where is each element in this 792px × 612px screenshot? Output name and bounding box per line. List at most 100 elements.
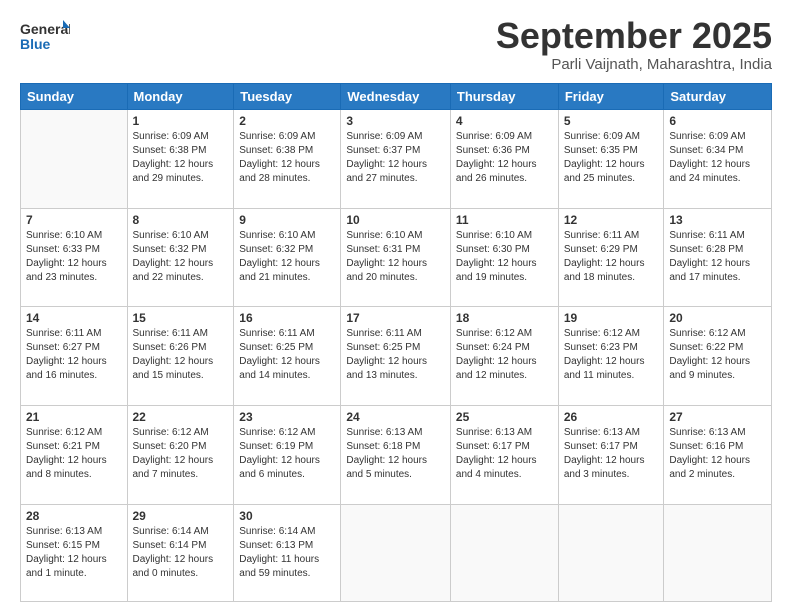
- day-number: 19: [564, 311, 659, 325]
- day-number: 11: [456, 213, 553, 227]
- calendar-cell: 24Sunrise: 6:13 AM Sunset: 6:18 PM Dayli…: [341, 405, 451, 504]
- calendar-week-0: 1 Sunrise: 6:09 AM Sunset: 6:38 PM Daylig…: [21, 110, 772, 209]
- calendar-cell: 25 Sunrise: 6:13 AM Sunset: 6:17 PM Dayli…: [450, 405, 558, 504]
- calendar-cell: 3Sunrise: 6:09 AM Sunset: 6:37 PM Daylig…: [341, 110, 451, 209]
- day-info: Sunrise: 6:14 AM Sunset: 6:13 PM Dayligh…: [239, 525, 335, 581]
- day-info: Sunrise: 6:12 AM Sunset: 6:19 PM Dayligh…: [239, 426, 335, 482]
- col-monday: Monday: [127, 84, 234, 110]
- location: Parli Vaijnath, Maharashtra, India: [496, 56, 772, 73]
- day-number: 8: [133, 213, 229, 227]
- col-tuesday: Tuesday: [234, 84, 341, 110]
- day-info: Sunrise: 6:14 AM Sunset: 6:14 PM Dayligh…: [133, 525, 229, 581]
- calendar-cell: 6 Sunrise: 6:09 AM Sunset: 6:34 PM Daylig…: [664, 110, 772, 209]
- day-info: Sunrise: 6:13 AM Sunset: 6:17 PM Dayligh…: [456, 426, 553, 482]
- day-info: Sunrise: 6:13 AM Sunset: 6:15 PM Dayligh…: [26, 525, 122, 581]
- logo: General Blue: [20, 18, 70, 54]
- day-number: 7: [26, 213, 122, 227]
- calendar-cell: 30 Sunrise: 6:14 AM Sunset: 6:13 PM Dayli…: [234, 504, 341, 602]
- month-title: September 2025: [496, 18, 772, 54]
- day-number: 1: [133, 114, 229, 128]
- calendar: Sunday Monday Tuesday Wednesday Thursday…: [20, 83, 772, 602]
- day-info: Sunrise: 6:11 AM Sunset: 6:25 PM Dayligh…: [346, 327, 445, 383]
- calendar-cell: [21, 110, 128, 209]
- day-info: Sunrise: 6:10 AM Sunset: 6:30 PM Dayligh…: [456, 229, 553, 285]
- day-info: Sunrise: 6:09 AM Sunset: 6:35 PM Dayligh…: [564, 130, 659, 186]
- day-info: Sunrise: 6:09 AM Sunset: 6:38 PM Dayligh…: [133, 130, 229, 186]
- calendar-cell: 4 Sunrise: 6:09 AM Sunset: 6:36 PM Daylig…: [450, 110, 558, 209]
- calendar-body: 1 Sunrise: 6:09 AM Sunset: 6:38 PM Daylig…: [21, 110, 772, 602]
- day-number: 3: [346, 114, 445, 128]
- day-info: Sunrise: 6:09 AM Sunset: 6:34 PM Dayligh…: [669, 130, 766, 186]
- day-number: 23: [239, 410, 335, 424]
- header: General Blue September 2025 Parli Vaijna…: [20, 18, 772, 73]
- calendar-cell: 12 Sunrise: 6:11 AM Sunset: 6:29 PM Dayli…: [558, 208, 664, 307]
- calendar-cell: 15 Sunrise: 6:11 AM Sunset: 6:26 PM Dayli…: [127, 307, 234, 406]
- day-number: 24: [346, 410, 445, 424]
- calendar-cell: 7 Sunrise: 6:10 AM Sunset: 6:33 PM Daylig…: [21, 208, 128, 307]
- calendar-cell: 28 Sunrise: 6:13 AM Sunset: 6:15 PM Dayli…: [21, 504, 128, 602]
- day-number: 14: [26, 311, 122, 325]
- day-number: 29: [133, 509, 229, 523]
- day-info: Sunrise: 6:09 AM Sunset: 6:38 PM Dayligh…: [239, 130, 335, 186]
- day-number: 16: [239, 311, 335, 325]
- day-number: 15: [133, 311, 229, 325]
- day-number: 27: [669, 410, 766, 424]
- calendar-cell: 5 Sunrise: 6:09 AM Sunset: 6:35 PM Daylig…: [558, 110, 664, 209]
- day-info: Sunrise: 6:13 AM Sunset: 6:16 PM Dayligh…: [669, 426, 766, 482]
- header-row: Sunday Monday Tuesday Wednesday Thursday…: [21, 84, 772, 110]
- day-info: Sunrise: 6:10 AM Sunset: 6:32 PM Dayligh…: [239, 229, 335, 285]
- calendar-cell: 27 Sunrise: 6:13 AM Sunset: 6:16 PM Dayli…: [664, 405, 772, 504]
- calendar-cell: 22Sunrise: 6:12 AM Sunset: 6:20 PM Dayli…: [127, 405, 234, 504]
- page: General Blue September 2025 Parli Vaijna…: [0, 0, 792, 612]
- calendar-cell: 16Sunrise: 6:11 AM Sunset: 6:25 PM Dayli…: [234, 307, 341, 406]
- day-number: 25: [456, 410, 553, 424]
- calendar-cell: 14 Sunrise: 6:11 AM Sunset: 6:27 PM Dayli…: [21, 307, 128, 406]
- calendar-week-3: 21Sunrise: 6:12 AM Sunset: 6:21 PM Dayli…: [21, 405, 772, 504]
- day-info: Sunrise: 6:11 AM Sunset: 6:26 PM Dayligh…: [133, 327, 229, 383]
- calendar-cell: [558, 504, 664, 602]
- day-number: 26: [564, 410, 659, 424]
- day-info: Sunrise: 6:10 AM Sunset: 6:32 PM Dayligh…: [133, 229, 229, 285]
- day-info: Sunrise: 6:11 AM Sunset: 6:28 PM Dayligh…: [669, 229, 766, 285]
- calendar-cell: 11 Sunrise: 6:10 AM Sunset: 6:30 PM Dayli…: [450, 208, 558, 307]
- calendar-cell: 1 Sunrise: 6:09 AM Sunset: 6:38 PM Daylig…: [127, 110, 234, 209]
- calendar-cell: 10 Sunrise: 6:10 AM Sunset: 6:31 PM Dayli…: [341, 208, 451, 307]
- calendar-cell: 2Sunrise: 6:09 AM Sunset: 6:38 PM Daylig…: [234, 110, 341, 209]
- day-info: Sunrise: 6:12 AM Sunset: 6:21 PM Dayligh…: [26, 426, 122, 482]
- day-info: Sunrise: 6:10 AM Sunset: 6:31 PM Dayligh…: [346, 229, 445, 285]
- calendar-cell: 26 Sunrise: 6:13 AM Sunset: 6:17 PM Dayli…: [558, 405, 664, 504]
- day-number: 10: [346, 213, 445, 227]
- logo-svg: General Blue: [20, 18, 70, 54]
- day-info: Sunrise: 6:12 AM Sunset: 6:24 PM Dayligh…: [456, 327, 553, 383]
- day-info: Sunrise: 6:10 AM Sunset: 6:33 PM Dayligh…: [26, 229, 122, 285]
- svg-text:Blue: Blue: [20, 36, 51, 52]
- day-number: 17: [346, 311, 445, 325]
- calendar-week-1: 7 Sunrise: 6:10 AM Sunset: 6:33 PM Daylig…: [21, 208, 772, 307]
- day-info: Sunrise: 6:11 AM Sunset: 6:29 PM Dayligh…: [564, 229, 659, 285]
- day-info: Sunrise: 6:12 AM Sunset: 6:23 PM Dayligh…: [564, 327, 659, 383]
- day-number: 6: [669, 114, 766, 128]
- day-info: Sunrise: 6:11 AM Sunset: 6:27 PM Dayligh…: [26, 327, 122, 383]
- day-info: Sunrise: 6:13 AM Sunset: 6:17 PM Dayligh…: [564, 426, 659, 482]
- calendar-cell: 17 Sunrise: 6:11 AM Sunset: 6:25 PM Dayli…: [341, 307, 451, 406]
- calendar-cell: 29 Sunrise: 6:14 AM Sunset: 6:14 PM Dayli…: [127, 504, 234, 602]
- calendar-cell: 23 Sunrise: 6:12 AM Sunset: 6:19 PM Dayli…: [234, 405, 341, 504]
- day-info: Sunrise: 6:09 AM Sunset: 6:36 PM Dayligh…: [456, 130, 553, 186]
- calendar-week-4: 28 Sunrise: 6:13 AM Sunset: 6:15 PM Dayli…: [21, 504, 772, 602]
- calendar-cell: 20Sunrise: 6:12 AM Sunset: 6:22 PM Dayli…: [664, 307, 772, 406]
- col-thursday: Thursday: [450, 84, 558, 110]
- calendar-cell: 21Sunrise: 6:12 AM Sunset: 6:21 PM Dayli…: [21, 405, 128, 504]
- day-info: Sunrise: 6:12 AM Sunset: 6:20 PM Dayligh…: [133, 426, 229, 482]
- day-number: 4: [456, 114, 553, 128]
- col-saturday: Saturday: [664, 84, 772, 110]
- day-number: 9: [239, 213, 335, 227]
- day-number: 5: [564, 114, 659, 128]
- day-number: 12: [564, 213, 659, 227]
- day-number: 30: [239, 509, 335, 523]
- calendar-cell: [664, 504, 772, 602]
- calendar-week-2: 14 Sunrise: 6:11 AM Sunset: 6:27 PM Dayli…: [21, 307, 772, 406]
- day-number: 13: [669, 213, 766, 227]
- day-number: 28: [26, 509, 122, 523]
- calendar-cell: 8 Sunrise: 6:10 AM Sunset: 6:32 PM Daylig…: [127, 208, 234, 307]
- day-info: Sunrise: 6:12 AM Sunset: 6:22 PM Dayligh…: [669, 327, 766, 383]
